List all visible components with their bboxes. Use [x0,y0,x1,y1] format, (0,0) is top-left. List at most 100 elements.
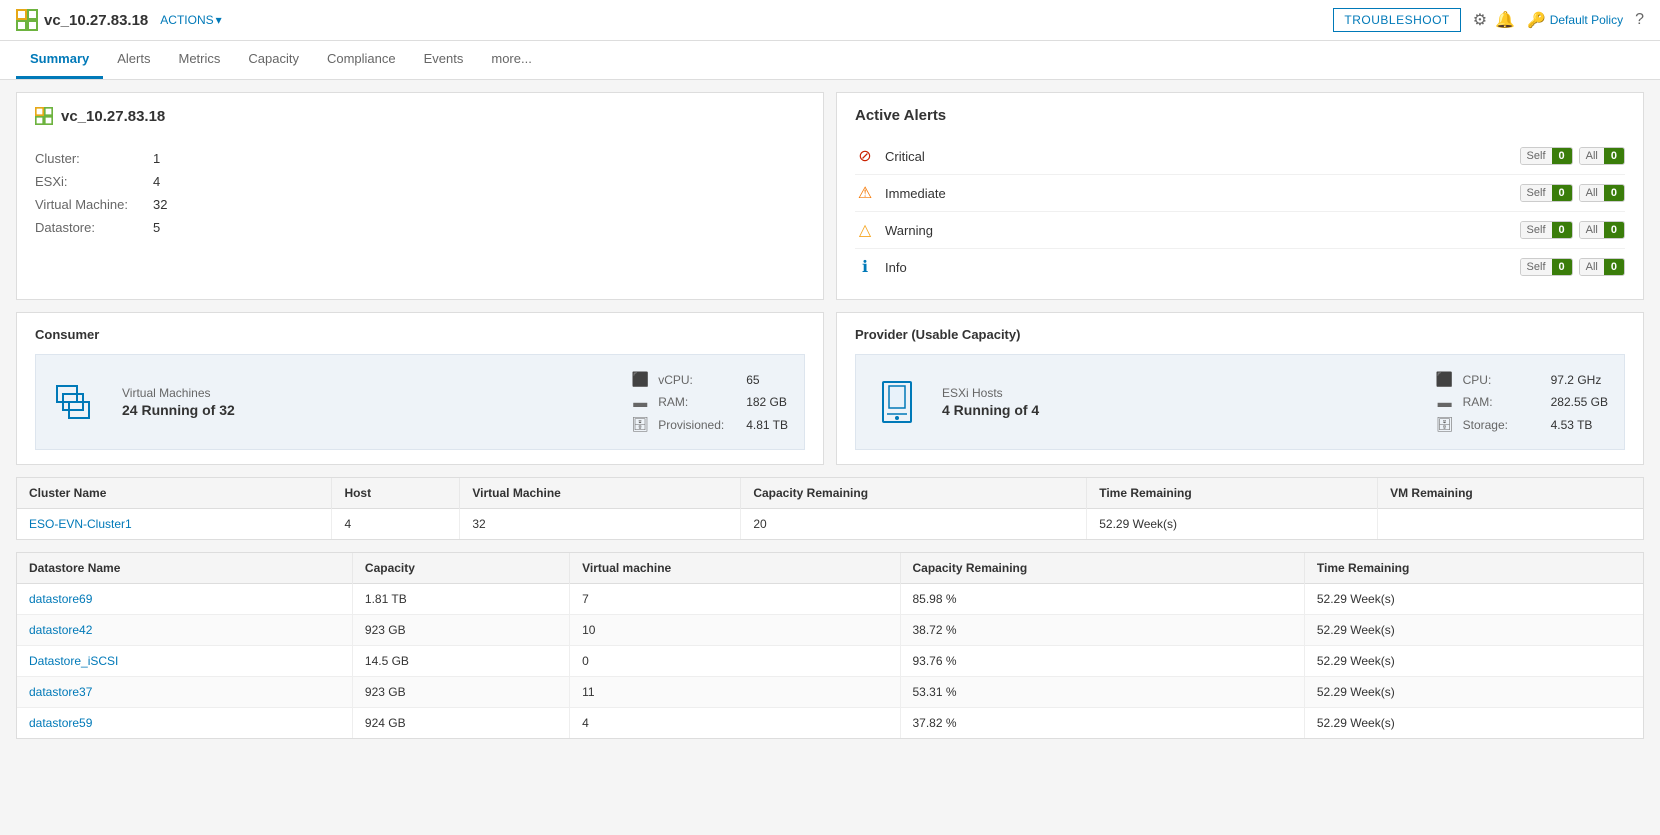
warning-icon: △ [855,220,875,240]
top-row: vc_10.27.83.18 Cluster: 1 ESXi: 4 Virtua… [16,92,1644,300]
alert-row-immediate: ⚠ Immediate Self 0 All 0 [855,175,1625,212]
info-row-esxi: ESXi: 4 [35,174,805,189]
consumer-card: Consumer Virtual Machines 24 Running of … [16,312,824,465]
ds-name-1[interactable]: datastore42 [17,615,352,646]
immediate-all-badge: All 0 [1579,184,1625,202]
settings-icon[interactable]: ⚙ [1473,10,1487,30]
table-row: ESO-EVN-Cluster1 4 32 20 52.29 Week(s) [17,509,1643,540]
critical-self-badge: Self 0 [1520,147,1573,165]
consumer-provisioned-row: 🗄 Provisioned: 4.81 TB [630,416,788,433]
tab-bar: Summary Alerts Metrics Capacity Complian… [0,41,1660,80]
info-alert-icon: ℹ [855,257,875,277]
datastore-table: Datastore Name Capacity Virtual machine … [17,553,1643,738]
immediate-icon: ⚠ [855,183,875,203]
ds-vm-0: 7 [570,584,900,615]
ds-name-2[interactable]: Datastore_iSCSI [17,646,352,677]
consumer-ram-row: ▬ RAM: 182 GB [630,394,788,410]
tab-summary[interactable]: Summary [16,41,103,79]
cluster-capacity-cell: 20 [741,509,1087,540]
cluster-table: Cluster Name Host Virtual Machine Capaci… [17,478,1643,539]
ram-icon: ▬ [630,394,650,410]
tab-compliance[interactable]: Compliance [313,41,410,79]
ds-name-0[interactable]: datastore69 [17,584,352,615]
ds-vm-4: 4 [570,708,900,739]
ds-time-4: 52.29 Week(s) [1304,708,1643,739]
provider-storage-row: 🗄 Storage: 4.53 TB [1435,416,1608,433]
info-row-vm: Virtual Machine: 32 [35,197,805,212]
bell-icon[interactable]: 🔔 [1495,10,1515,30]
alert-row-info: ℹ Info Self 0 All 0 [855,249,1625,285]
header-right: TROUBLESHOOT ⚙ 🔔 🔑 Default Policy ? [1333,8,1644,32]
ds-cap-rem-4: 37.82 % [900,708,1304,739]
datastore-table-header: Datastore Name Capacity Virtual machine … [17,553,1643,584]
th-capacity-remaining: Capacity Remaining [741,478,1087,509]
ds-time-2: 52.29 Week(s) [1304,646,1643,677]
actions-button[interactable]: ACTIONS ▾ [160,13,221,27]
critical-all-badge: All 0 [1579,147,1625,165]
provider-title: Provider (Usable Capacity) [855,327,1625,342]
ds-capacity-2: 14.5 GB [352,646,569,677]
alert-badges-immediate: Self 0 All 0 [1520,184,1625,202]
cluster-host-cell: 4 [332,509,460,540]
warning-all-badge: All 0 [1579,221,1625,239]
default-policy-link[interactable]: 🔑 Default Policy [1527,11,1623,29]
tab-capacity[interactable]: Capacity [234,41,313,79]
ds-cap-rem-1: 38.72 % [900,615,1304,646]
th-ds-name: Datastore Name [17,553,352,584]
th-ds-vm: Virtual machine [570,553,900,584]
ds-name-4[interactable]: datastore59 [17,708,352,739]
ds-cap-rem-0: 85.98 % [900,584,1304,615]
provider-info: ESXi Hosts 4 Running of 4 [942,386,1039,418]
esxi-hosts-icon [875,380,919,424]
ds-name-3[interactable]: datastore37 [17,677,352,708]
ds-vm-3: 11 [570,677,900,708]
tab-alerts[interactable]: Alerts [103,41,164,79]
policy-icon: 🔑 [1527,11,1546,29]
info-row-cluster: Cluster: 1 [35,151,805,166]
provider-cpu-icon: ⬛ [1435,371,1455,388]
th-ds-cap-remaining: Capacity Remaining [900,553,1304,584]
troubleshoot-button[interactable]: TROUBLESHOOT [1333,8,1460,32]
tab-metrics[interactable]: Metrics [164,41,234,79]
mid-row: Consumer Virtual Machines 24 Running of … [16,312,1644,465]
table-row: datastore69 1.81 TB 7 85.98 % 52.29 Week… [17,584,1643,615]
alert-badges-info: Self 0 All 0 [1520,258,1625,276]
info-row-datastore: Datastore: 5 [35,220,805,235]
provider-ram-row: ▬ RAM: 282.55 GB [1435,394,1608,410]
th-time-remaining: Time Remaining [1087,478,1378,509]
provider-storage-icon: 🗄 [1435,416,1455,433]
cluster-table-section: Cluster Name Host Virtual Machine Capaci… [16,477,1644,540]
chevron-down-icon: ▾ [216,13,222,27]
datastore-table-section: Datastore Name Capacity Virtual machine … [16,552,1644,739]
cluster-table-header: Cluster Name Host Virtual Machine Capaci… [17,478,1643,509]
help-icon[interactable]: ? [1635,11,1644,29]
provider-ram-icon: ▬ [1435,394,1455,410]
cpu-icon: ⬛ [630,371,650,388]
cluster-name-cell[interactable]: ESO-EVN-Cluster1 [17,509,332,540]
tab-events[interactable]: Events [410,41,478,79]
ds-time-0: 52.29 Week(s) [1304,584,1643,615]
warning-self-badge: Self 0 [1520,221,1573,239]
vm-icon [52,377,102,427]
virtual-machines-icon [53,378,101,426]
ds-vm-1: 10 [570,615,900,646]
tab-more[interactable]: more... [477,41,545,79]
provider-card: Provider (Usable Capacity) ESXi Hosts 4 … [836,312,1644,465]
info-card-title: vc_10.27.83.18 [35,107,805,125]
ds-time-3: 52.29 Week(s) [1304,677,1643,708]
th-vm-remaining: VM Remaining [1378,478,1643,509]
ds-cap-rem-3: 53.31 % [900,677,1304,708]
table-row: datastore37 923 GB 11 53.31 % 52.29 Week… [17,677,1643,708]
header-title: vc_10.27.83.18 [16,9,148,31]
info-self-badge: Self 0 [1520,258,1573,276]
alert-row-warning: △ Warning Self 0 All 0 [855,212,1625,249]
consumer-info: Virtual Machines 24 Running of 32 [122,386,235,418]
header-left: vc_10.27.83.18 ACTIONS ▾ [16,9,222,31]
cluster-vmremaining-cell [1378,509,1643,540]
th-host: Host [332,478,460,509]
ds-time-1: 52.29 Week(s) [1304,615,1643,646]
th-cluster-name: Cluster Name [17,478,332,509]
table-row: Datastore_iSCSI 14.5 GB 0 93.76 % 52.29 … [17,646,1643,677]
ds-vm-2: 0 [570,646,900,677]
vcenter-small-icon [35,107,53,125]
